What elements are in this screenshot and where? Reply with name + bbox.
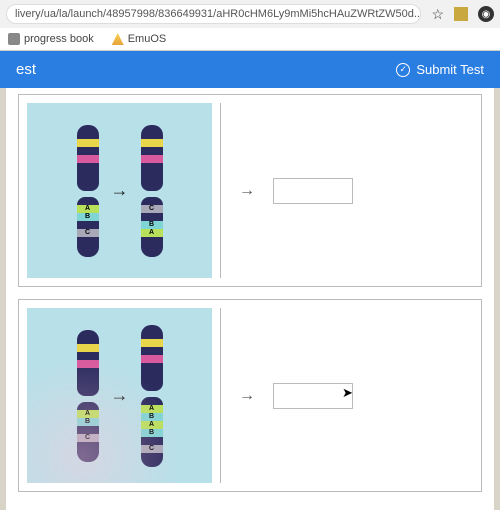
chromosome-right: C B A <box>141 125 163 257</box>
question-row: A B C → C B <box>18 94 482 287</box>
diagram-cell: A B C → C B <box>27 103 221 278</box>
arrow-icon: → <box>239 387 255 405</box>
bookmarks-bar: progress book EmuOS <box>0 28 500 50</box>
bookmark-progress-book[interactable]: progress book <box>8 33 94 45</box>
page-title: est <box>16 61 36 78</box>
progress-book-icon <box>8 33 20 45</box>
chromosome-left: A B C <box>77 125 99 257</box>
submit-test-button[interactable]: ✓ Submit Test <box>396 62 484 77</box>
profile-icon[interactable]: ◉ <box>478 6 494 22</box>
check-icon: ✓ <box>396 63 410 77</box>
browser-chrome: livery/ua/la/launch/48957998/836649931/a… <box>0 0 500 51</box>
bookmark-emuos[interactable]: EmuOS <box>112 33 167 45</box>
chromosome-left: A B C <box>77 330 99 462</box>
url-text[interactable]: livery/ua/la/launch/48957998/836649931/a… <box>6 4 421 24</box>
chromosome-diagram-1: A B C → C B <box>27 103 212 278</box>
arrow-icon: → <box>111 385 129 406</box>
chromosome-diagram-2: A B C → A B A <box>27 308 212 483</box>
diagram-cell: A B C → A B A <box>27 308 221 483</box>
emuos-icon <box>112 33 124 45</box>
url-icons: ☆ ◉ <box>421 6 494 23</box>
bookmark-label: progress book <box>24 33 94 45</box>
app-header: est ✓ Submit Test <box>0 51 500 88</box>
question-row: A B C → A B A <box>18 299 482 492</box>
answer-input-2[interactable] <box>273 383 353 409</box>
answer-input-1[interactable] <box>273 178 353 204</box>
content-area: A B C → C B <box>6 88 494 510</box>
arrow-icon: → <box>239 182 255 200</box>
extension-icon[interactable] <box>454 7 468 21</box>
bookmark-label: EmuOS <box>128 33 167 45</box>
bookmark-star-icon[interactable]: ☆ <box>431 6 444 23</box>
chromosome-right: A B A B C <box>141 325 163 467</box>
submit-label: Submit Test <box>416 62 484 77</box>
arrow-icon: → <box>111 180 129 201</box>
url-bar: livery/ua/la/launch/48957998/836649931/a… <box>0 0 500 28</box>
